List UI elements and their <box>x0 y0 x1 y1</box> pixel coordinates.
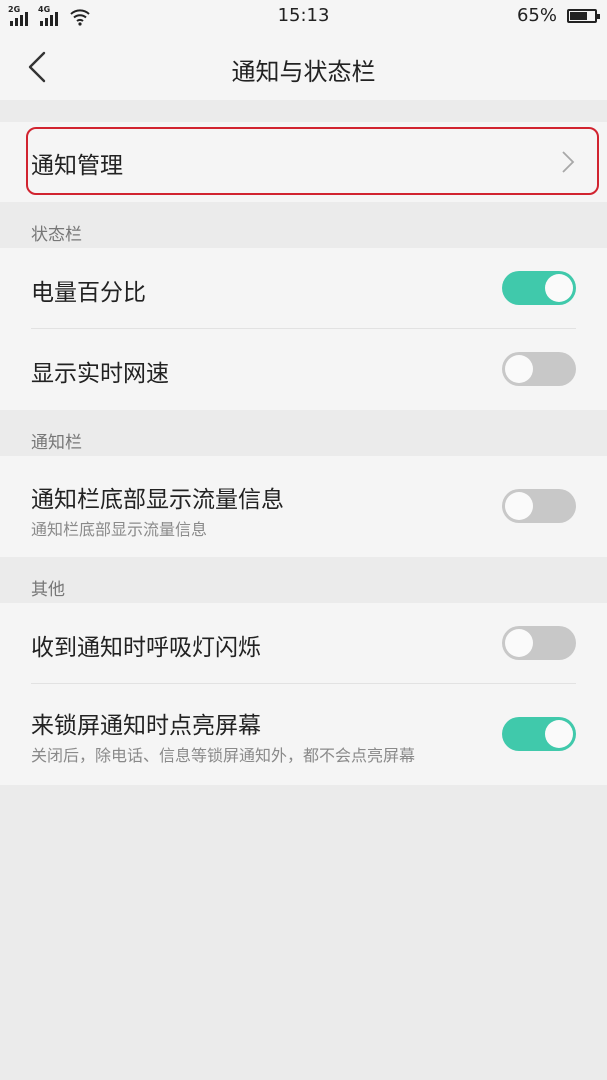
notification-bar-group: 通知栏底部显示流量信息 通知栏底部显示流量信息 <box>0 456 607 557</box>
toggle-knob <box>545 274 573 302</box>
wake-screen-toggle[interactable] <box>502 717 576 751</box>
breathing-light-toggle[interactable] <box>502 626 576 660</box>
battery-percent: 65% <box>516 5 557 26</box>
title-bar: 通知与状态栏 <box>0 32 607 100</box>
list-item-breathing-light[interactable]: 收到通知时呼吸灯闪烁 <box>0 603 607 684</box>
list-item-traffic-info[interactable]: 通知栏底部显示流量信息 通知栏底部显示流量信息 <box>0 456 607 557</box>
battery-percent-toggle[interactable] <box>502 271 576 305</box>
section-header-status-bar: 状态栏 <box>31 225 82 245</box>
toggle-knob <box>505 629 533 657</box>
clock: 15:13 <box>277 5 330 26</box>
traffic-info-label: 通知栏底部显示流量信息 <box>31 487 284 513</box>
wake-screen-label: 来锁屏通知时点亮屏幕 <box>31 713 261 739</box>
network-speed-label: 显示实时网速 <box>31 361 169 387</box>
status-bar-group: 电量百分比 显示实时网速 <box>0 248 607 410</box>
battery-icon <box>567 8 600 23</box>
traffic-info-toggle[interactable] <box>502 489 576 523</box>
toggle-knob <box>505 492 533 520</box>
toggle-knob <box>545 720 573 748</box>
section-header-notification-bar: 通知栏 <box>31 433 82 453</box>
list-item-wake-screen[interactable]: 来锁屏通知时点亮屏幕 关闭后，除电话、信息等锁屏通知外，都不会点亮屏幕 <box>0 684 607 785</box>
wake-screen-subtitle: 关闭后，除电话、信息等锁屏通知外，都不会点亮屏幕 <box>31 746 416 765</box>
list-item-battery-percent[interactable]: 电量百分比 <box>0 248 607 329</box>
traffic-info-subtitle: 通知栏底部显示流量信息 <box>31 520 208 539</box>
status-right: 65% <box>516 5 600 26</box>
other-group: 收到通知时呼吸灯闪烁 来锁屏通知时点亮屏幕 关闭后，除电话、信息等锁屏通知外，都… <box>0 603 607 785</box>
network-speed-toggle[interactable] <box>502 352 576 386</box>
battery-percent-label: 电量百分比 <box>31 280 146 306</box>
list-item-network-speed[interactable]: 显示实时网速 <box>0 329 607 410</box>
status-bar: 2G 4G 15:13 65% <box>0 0 607 32</box>
highlight-box <box>26 127 599 195</box>
page-title: 通知与状态栏 <box>231 58 376 86</box>
section-header-other: 其他 <box>31 580 65 600</box>
breathing-light-label: 收到通知时呼吸灯闪烁 <box>31 635 261 661</box>
toggle-knob <box>505 355 533 383</box>
